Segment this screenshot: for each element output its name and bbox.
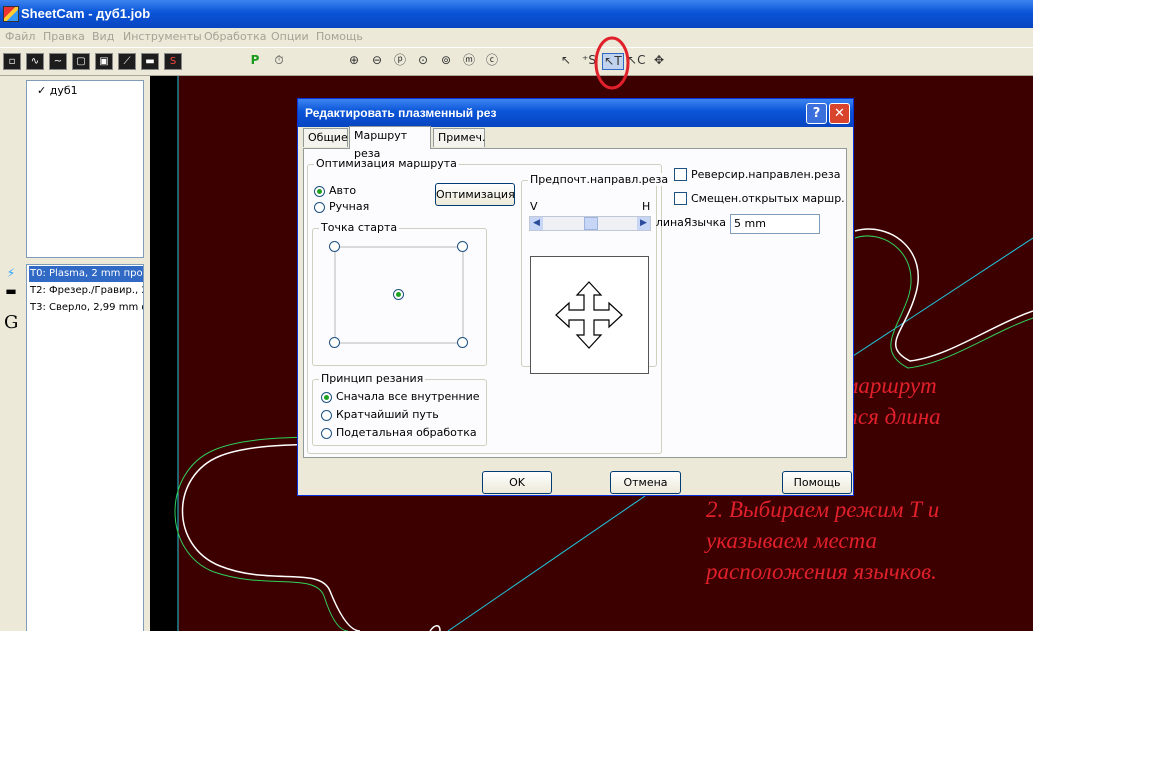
- gcode-icon: G: [4, 312, 19, 333]
- reverse-direction-label: Реверсир.направлен.реза: [691, 168, 841, 181]
- tool-row-drill[interactable]: T3: Сверло, 2,99 mm drill: [29, 300, 143, 316]
- slider-right-arrow-icon[interactable]: ▶: [637, 217, 650, 230]
- left-panel: ✓ дуб1 ⚡ ▬ G T0: Plasma, 2 mm прорез T2:…: [0, 76, 148, 631]
- slider-thumb[interactable]: [584, 217, 598, 230]
- tab-cut-route[interactable]: Маршрут реза: [349, 126, 431, 160]
- optimize-button[interactable]: Оптимизация: [435, 183, 515, 206]
- start-top-left-radio[interactable]: [329, 241, 340, 252]
- offset-open-paths-checkbox[interactable]: [674, 192, 687, 205]
- manual-radio[interactable]: [314, 202, 325, 213]
- cut-per-part-radio[interactable]: [321, 428, 332, 439]
- preferred-direction-label: Предпочт.направл.реза: [528, 173, 671, 186]
- start-bottom-right-radio[interactable]: [457, 337, 468, 348]
- route-optimization-group: Оптимизация маршрута Авто Ручная Оптимиз…: [307, 157, 671, 454]
- auto-label: Авто: [329, 184, 357, 197]
- tool-row-plasma[interactable]: T0: Plasma, 2 mm прорез: [29, 266, 143, 282]
- manual-label: Ручная: [329, 200, 370, 213]
- cut-route-panel: Оптимизация маршрута Авто Ручная Оптимиз…: [303, 148, 847, 458]
- slider-left-arrow-icon[interactable]: ◀: [530, 217, 543, 230]
- router-bit-icon: ▬: [5, 284, 17, 298]
- tab-length-label: ДлинаЯзычка: [656, 216, 726, 229]
- edit-plasma-cut-dialog: Редактировать плазменный рез ? ✕ Общие М…: [297, 98, 854, 496]
- auto-radio[interactable]: [314, 186, 325, 197]
- dialog-close-icon[interactable]: ✕: [829, 103, 850, 124]
- preferred-direction-group: Предпочт.направл.реза V H ◀ ▶: [521, 173, 671, 374]
- dialog-title: Редактировать плазменный рез: [305, 106, 497, 120]
- vertical-label: V: [530, 200, 538, 213]
- operation-tree: ✓ дуб1: [26, 80, 144, 258]
- annotation-step2-line1: 2. Выбираем режим Т и: [706, 497, 940, 522]
- start-center-radio[interactable]: [393, 289, 404, 300]
- cut-per-part-label: Подетальная обработка: [336, 426, 477, 439]
- start-bottom-left-radio[interactable]: [329, 337, 340, 348]
- direction-slider[interactable]: ◀ ▶: [529, 216, 651, 231]
- plasma-torch-icon: ⚡: [6, 266, 16, 280]
- tool-row-router[interactable]: T2: Фрезер./Гравир., 2 mm: [29, 283, 143, 299]
- reverse-direction-checkbox[interactable]: [674, 168, 687, 181]
- route-optimization-label: Оптимизация маршрута: [314, 157, 459, 170]
- annotation-step2-line2: указываем места: [706, 528, 878, 553]
- direction-preview: [530, 256, 649, 374]
- cancel-button[interactable]: Отмена: [610, 471, 681, 494]
- horizontal-label: H: [642, 200, 651, 213]
- dialog-help-icon[interactable]: ?: [806, 103, 827, 124]
- annotation-step2: 2. Выбираем режим Т и указываем места ра…: [706, 494, 939, 587]
- toolbar-highlight: [594, 36, 630, 90]
- tab-mode-highlight-ellipse: [594, 36, 630, 90]
- ok-button[interactable]: OK: [482, 471, 552, 494]
- help-button[interactable]: Помощь: [782, 471, 852, 494]
- four-way-arrow-shape: [555, 281, 623, 349]
- cut-inner-first-label: Сначала все внутренние: [336, 390, 480, 403]
- dialog-title-bar: Редактировать плазменный рез ? ✕: [298, 99, 853, 127]
- tab-notes[interactable]: Примеч.: [433, 128, 485, 147]
- annotation-step2-line3: расположения язычков.: [706, 559, 937, 584]
- tab-general[interactable]: Общие: [303, 128, 348, 147]
- start-point-group: Точка старта: [312, 221, 487, 366]
- tool-list: T0: Plasma, 2 mm прорез T2: Фрезер./Грав…: [26, 264, 144, 631]
- offset-open-paths-label: Смещен.открытых маршр.: [691, 192, 845, 205]
- cut-shortest-label: Кратчайший путь: [336, 408, 439, 421]
- four-way-arrow-icon: [555, 281, 623, 349]
- cut-principle-group: Принцип резания Сначала все внутренние К…: [312, 372, 487, 446]
- cut-principle-label: Принцип резания: [319, 372, 426, 385]
- cut-shortest-radio[interactable]: [321, 410, 332, 421]
- tab-length-input[interactable]: 5 mm: [730, 214, 820, 234]
- cut-inner-first-radio[interactable]: [321, 392, 332, 403]
- start-top-right-radio[interactable]: [457, 241, 468, 252]
